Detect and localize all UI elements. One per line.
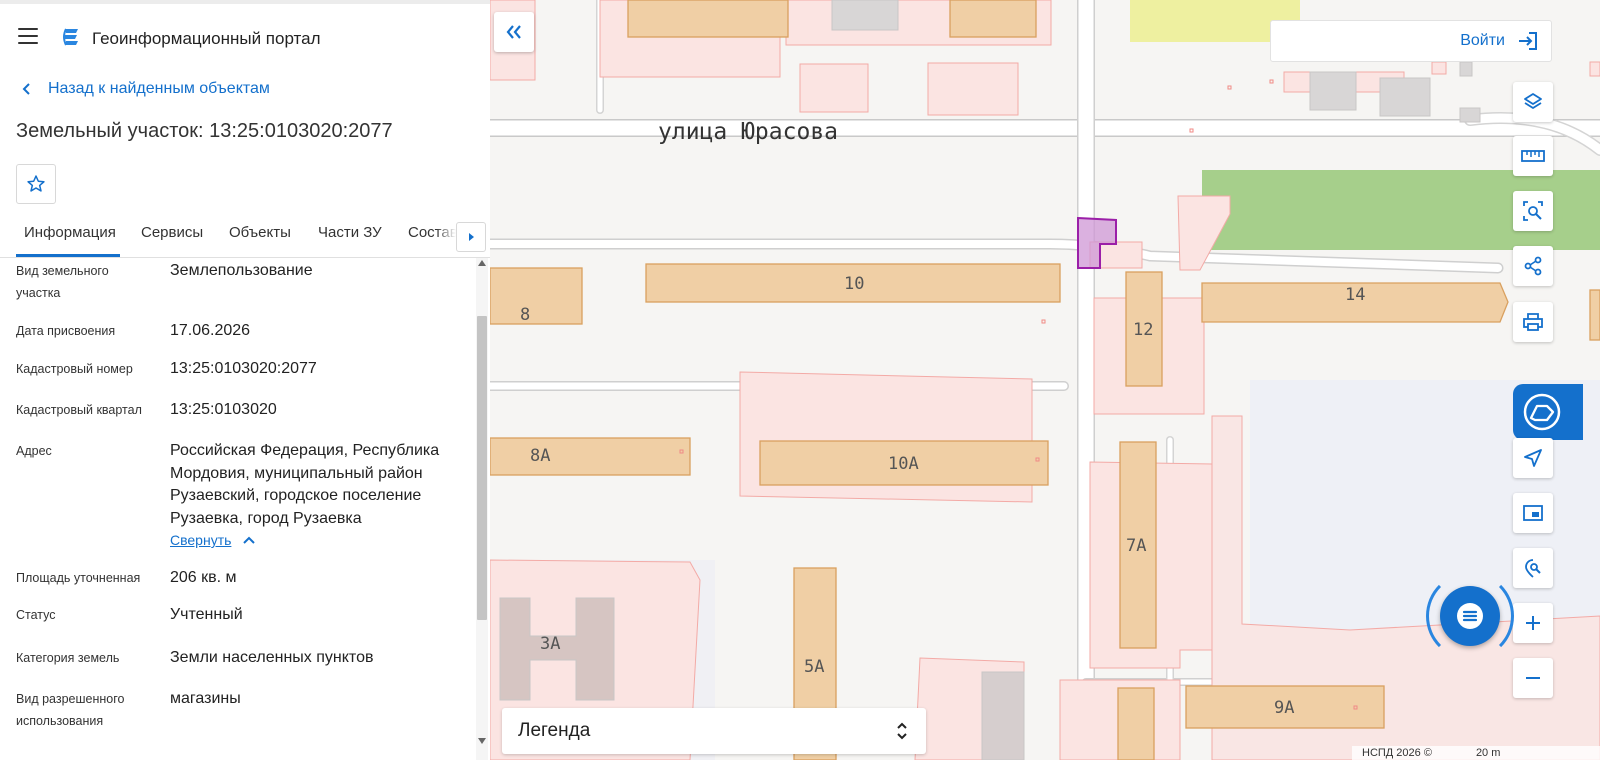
chevron-left-icon (22, 83, 30, 95)
info-label: Адрес (16, 444, 52, 458)
chat-icon (1457, 603, 1483, 629)
info-value: Земли населенных пунктов (170, 649, 374, 666)
collapse-link-label: Свернуть (170, 532, 232, 548)
tabs-scroll-right-button[interactable] (456, 222, 486, 252)
ruler-icon (1521, 150, 1545, 162)
building-label: 12 (1133, 320, 1154, 340)
building-label: 14 (1345, 285, 1366, 305)
attribution-text: НСПД 2026 © (1362, 747, 1432, 759)
info-label: Кадастровый номер (16, 362, 133, 376)
login-label: Войти (1460, 32, 1505, 49)
info-label: Площадь уточненная (16, 571, 141, 585)
scroll-down-arrow-icon[interactable] (478, 738, 486, 744)
info-label: Вид разрешенного использования (16, 692, 125, 728)
info-label: Вид земельного участка (16, 264, 109, 300)
tab-services[interactable]: Сервисы (141, 224, 203, 241)
back-link-label: Назад к найденным объектам (48, 80, 270, 97)
building-label: 9А (1274, 698, 1295, 718)
login-icon (1519, 32, 1537, 50)
my-location-button[interactable] (1513, 438, 1553, 478)
building-label: 10 (844, 274, 865, 294)
expand-collapse-icon (897, 722, 907, 740)
tab-parts[interactable]: Части ЗУ (318, 224, 382, 241)
print-icon (1523, 313, 1543, 331)
share-button[interactable] (1513, 246, 1553, 286)
zoom-in-button[interactable] (1513, 603, 1553, 643)
address-value: Российская Федерация, Республика Мордови… (170, 442, 440, 527)
map-attribution: НСПД 2026 © 20 m (1352, 746, 1600, 760)
building-label: 3А (540, 634, 561, 654)
building-label: 8А (530, 446, 551, 466)
chat-button[interactable] (1440, 586, 1500, 646)
tab-bar: Информация Сервисы Объекты Части ЗУ Сост… (0, 214, 490, 258)
scroll-thumb[interactable] (477, 316, 487, 620)
legend-dropdown[interactable]: Легенда (502, 708, 926, 754)
building-label: 10А (888, 454, 919, 474)
info-label: Статус (16, 608, 56, 622)
info-label: Дата присвоения (16, 324, 116, 338)
info-value: 13:25:0103020 (170, 401, 277, 418)
info-list: Вид земельного участка Землепользование … (0, 258, 476, 760)
zoom-in-icon (1526, 616, 1540, 630)
chevron-up-icon (243, 536, 256, 544)
scale-label: 20 m (1475, 747, 1501, 759)
menu-icon[interactable] (18, 28, 38, 44)
street-label: улица Юрасова (658, 119, 839, 145)
info-label: Категория земель (16, 651, 120, 665)
layers-button[interactable] (1513, 82, 1553, 122)
minimap-icon (1523, 505, 1543, 521)
star-icon (27, 175, 45, 192)
login-button[interactable]: Войти (1270, 20, 1552, 62)
zoom-out-icon (1526, 677, 1540, 679)
portal-logo-icon (63, 28, 78, 46)
tab-fade (436, 214, 456, 254)
layers-icon (1524, 93, 1542, 109)
building-label: 5А (804, 657, 825, 677)
portal-title: Геоинформационный портал (92, 29, 321, 48)
print-button[interactable] (1513, 302, 1553, 342)
info-value: магазины (170, 690, 241, 707)
minimap-button[interactable] (1513, 493, 1553, 533)
info-value: Землепользование (170, 262, 313, 279)
search-area-icon (1523, 201, 1543, 221)
panel-header: Геоинформационный портал (0, 8, 490, 64)
favorite-button[interactable] (16, 164, 56, 204)
active-tab-indicator (16, 254, 120, 257)
info-value: Учтенный (170, 606, 243, 623)
page-title: Земельный участок: 13:25:0103020:2077 (16, 120, 393, 142)
info-label: Кадастровый квартал (16, 403, 142, 417)
info-value: 13:25:0103020:2077 (170, 360, 317, 377)
building-label: 8 (520, 305, 531, 325)
scale-bar: 20 m (1476, 747, 1500, 759)
info-value: 17.06.2026 (170, 322, 251, 339)
info-scrollbar[interactable] (476, 258, 488, 760)
zoom-out-button[interactable] (1513, 658, 1553, 698)
caret-right-icon (469, 233, 474, 241)
nspd-icon (1523, 393, 1561, 431)
collapse-panel-button[interactable] (494, 12, 534, 52)
tab-info[interactable]: Информация (24, 224, 116, 241)
nspd-assistant-button[interactable] (1513, 384, 1583, 440)
tab-objects[interactable]: Объекты (229, 224, 291, 241)
geo-search-button[interactable] (1513, 548, 1553, 588)
building-label: 7А (1126, 536, 1147, 556)
geo-search-icon (1525, 559, 1541, 578)
area-search-button[interactable] (1513, 191, 1553, 231)
share-icon (1524, 256, 1542, 276)
info-panel: Геоинформационный портал Назад к найденн… (0, 0, 490, 760)
info-value: 206 кв. м (170, 569, 237, 586)
legend-label: Легенда (518, 720, 591, 741)
double-chevron-left-icon (506, 25, 521, 39)
collapse-address-link[interactable]: Свернуть (170, 532, 256, 548)
map-base-layer (490, 0, 1600, 760)
map-canvas[interactable]: 10 8 12 14 8А 10А 7А 3А 5А 9А улица Юрас… (490, 0, 1600, 760)
back-to-results-link[interactable]: Назад к найденным объектам (20, 80, 270, 98)
ruler-button[interactable] (1513, 136, 1553, 176)
scroll-up-arrow-icon[interactable] (478, 260, 486, 266)
locate-icon (1524, 449, 1542, 467)
